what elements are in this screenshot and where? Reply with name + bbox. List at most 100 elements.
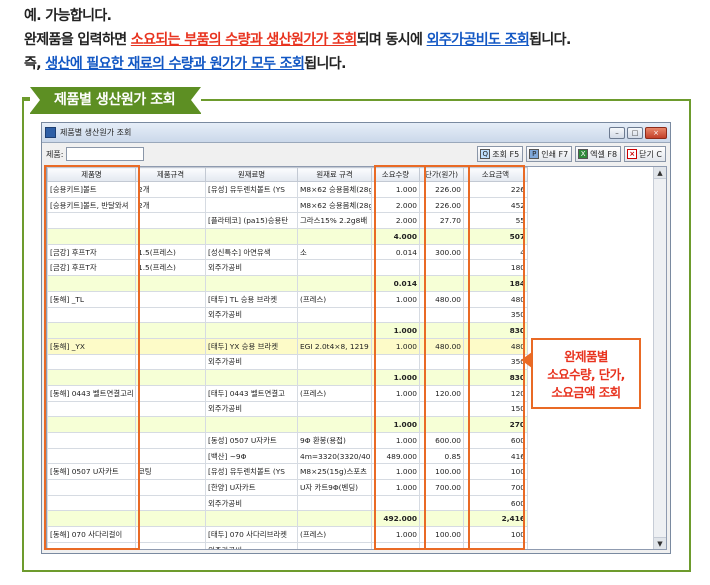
window-close-button[interactable]: × [645,126,667,139]
table-cell: 55 [463,212,528,230]
table-cell [135,494,206,512]
table-row[interactable]: [동해] 0443 벨트연결고리 [태두] 0443 벨트연결고 (프레스) 1.00… [47,384,528,402]
table-cell [135,228,206,245]
table-row[interactable]: [승용키트]볼트, 반달와셔 2개 M8×62 승용몸체(28g) 2.000 226.… [47,196,528,214]
table-row[interactable]: [금강] 후프T자 1.5(프레스) [성신특수] 아연유색 소 0.014 300.00… [47,243,528,261]
table-row[interactable]: [한양] U자카트 U자 카트9Φ(벤딩) 1.000 700.00 700 [47,479,528,496]
table-row[interactable]: [동성] 0507 U자카트 9Φ 환봉(용접) 1.000 600.00 600 [47,432,528,449]
search-button[interactable]: Q 조회 F5 [477,146,524,162]
close-button[interactable]: × 닫기 C [624,146,666,162]
table-cell: 1.000 [371,290,420,308]
table-row[interactable]: [금강] 후프T자 1.5(프레스) 외주가공비 180 [47,259,528,277]
table-row[interactable]: 외주가공비 400 [47,541,528,549]
table-cell: [백산] ~9Φ [205,447,298,465]
column-header[interactable]: 원재료 규격 [297,167,372,182]
table-cell: [동성] 0507 U자카트 [205,432,298,449]
table-row[interactable]: 외주가공비 350 [47,306,528,324]
table-cell: 830 [463,322,528,339]
table-cell: [승용키트]볼트 [47,181,136,198]
table-row[interactable]: 외주가공비 350 [47,353,528,371]
table-cell: 1.000 [371,479,420,496]
table-row[interactable]: [동해] 0507 U자카트 코팅 [유성] 유두렌치볼트 (YS M8×25(15g… [47,463,528,481]
window-titlebar[interactable]: 제품별 생산원가 조회 – □ × [42,123,670,143]
product-input[interactable] [66,147,145,161]
table-cell: 1.000 [371,337,420,355]
subtotal-row[interactable]: 492.000 2,416 [47,510,528,528]
column-header[interactable]: 원재료명 [205,167,298,182]
table-cell [205,416,298,433]
subtotal-row[interactable]: 1.000 830 [47,369,528,386]
table-cell [419,400,464,418]
table-cell: 1.5(프레스) [135,243,206,261]
vertical-scrollbar[interactable]: ▲ ▼ [653,167,666,549]
table-row[interactable]: 외주가공비 150 [47,400,528,418]
table-cell: (프레스) [297,384,372,402]
table-cell [297,510,372,528]
column-header[interactable]: 제품규격 [135,167,206,182]
table-cell: 150 [463,400,528,418]
table-cell: 외주가공비 [205,494,298,512]
excel-button[interactable]: X 엑셀 F8 [575,146,622,162]
table-cell [135,384,206,402]
column-header[interactable]: 단가(원가) [419,167,464,182]
table-cell [297,541,372,549]
table-cell [135,541,206,549]
table-cell [371,494,420,512]
table-row[interactable]: [동해] _TL [태두] TL 승용 브라켓 (프레스) 1.000 480.00 48… [47,290,528,308]
table-cell: 400 [463,541,528,549]
table-cell: EGI 2.0t4×8, 1219 [297,337,372,355]
table-cell: 350 [463,306,528,324]
subtotal-row[interactable]: 1.000 830 [47,322,528,339]
table-cell [205,275,298,292]
subtotal-row[interactable]: 0.014 184 [47,275,528,292]
table-row[interactable]: [승용키트]볼트 2개 [유성] 유두렌치볼트 (YS M8×62 승용몸체(28g)… [47,181,528,198]
table-cell [47,432,136,449]
table-cell [419,259,464,277]
table-cell [47,212,136,230]
table-row[interactable]: [동해] _YX [태두] YX 승용 브라켓 EGI 2.0t4×8, 1219 1… [47,337,528,355]
table-cell: 1.000 [371,369,420,386]
table-row[interactable]: [플라테코] (pa15)승용탄 그라스15% 2.2g8배 2.000 27.70 5… [47,212,528,230]
subtotal-row[interactable]: 4.000 507 [47,228,528,245]
table-row[interactable]: 외주가공비 600 [47,494,528,512]
table-cell: (프레스) [297,290,372,308]
scroll-down-icon[interactable]: ▼ [654,537,666,549]
table-cell: 830 [463,369,528,386]
table-cell: [태두] YX 승용 브라켓 [205,337,298,355]
table-cell: (프레스) [297,526,372,543]
table-row[interactable]: [동해] 070 사다리걸이 [태두] 070 사다리브라켓 (프레스) 1.000 1… [47,526,528,543]
minimize-button[interactable]: – [609,126,625,139]
table-cell: M8×62 승용몸체(28g) [297,181,372,198]
scroll-up-icon[interactable]: ▲ [654,167,666,179]
table-cell: 600 [463,432,528,449]
table-cell [47,541,136,549]
table-cell: M8×25(15g)스포츠 [297,463,372,481]
table-cell: 100 [463,463,528,481]
subtotal-row[interactable]: 1.000 270 [47,416,528,433]
excel-icon: X [578,149,589,159]
table-row[interactable]: [백산] ~9Φ4m=3320(3320/4000)489.0000.85416 [47,447,528,465]
table-cell: 489.000 [371,447,420,465]
table-cell: 180 [463,259,528,277]
table-cell: [태두] TL 승용 브라켓 [205,290,298,308]
maximize-button[interactable]: □ [627,126,643,139]
table-cell [419,369,464,386]
table-cell [297,400,372,418]
column-header[interactable]: 소요수량 [371,167,420,182]
column-header[interactable]: 제품명 [47,167,136,182]
button-label: 인쇄 F7 [541,149,569,159]
print-button[interactable]: P 인쇄 F7 [526,146,573,162]
column-header[interactable]: 소요금액 [463,167,528,182]
table-header-row: 제품명 제품규격 원재료명 원재료 규격 소요수량 단가(원가) 소요금액 [47,167,528,182]
table-cell: [동해] 070 사다리걸이 [47,526,136,543]
table-cell [205,322,298,339]
table-cell: 226.00 [419,181,464,198]
table-cell: 27.70 [419,212,464,230]
table-cell: 외주가공비 [205,400,298,418]
table-cell [135,479,206,496]
table-cell [371,259,420,277]
table-cell [135,306,206,324]
print-icon: P [529,149,540,159]
table-cell: 100.00 [419,463,464,481]
table-cell: 소 [297,243,372,261]
